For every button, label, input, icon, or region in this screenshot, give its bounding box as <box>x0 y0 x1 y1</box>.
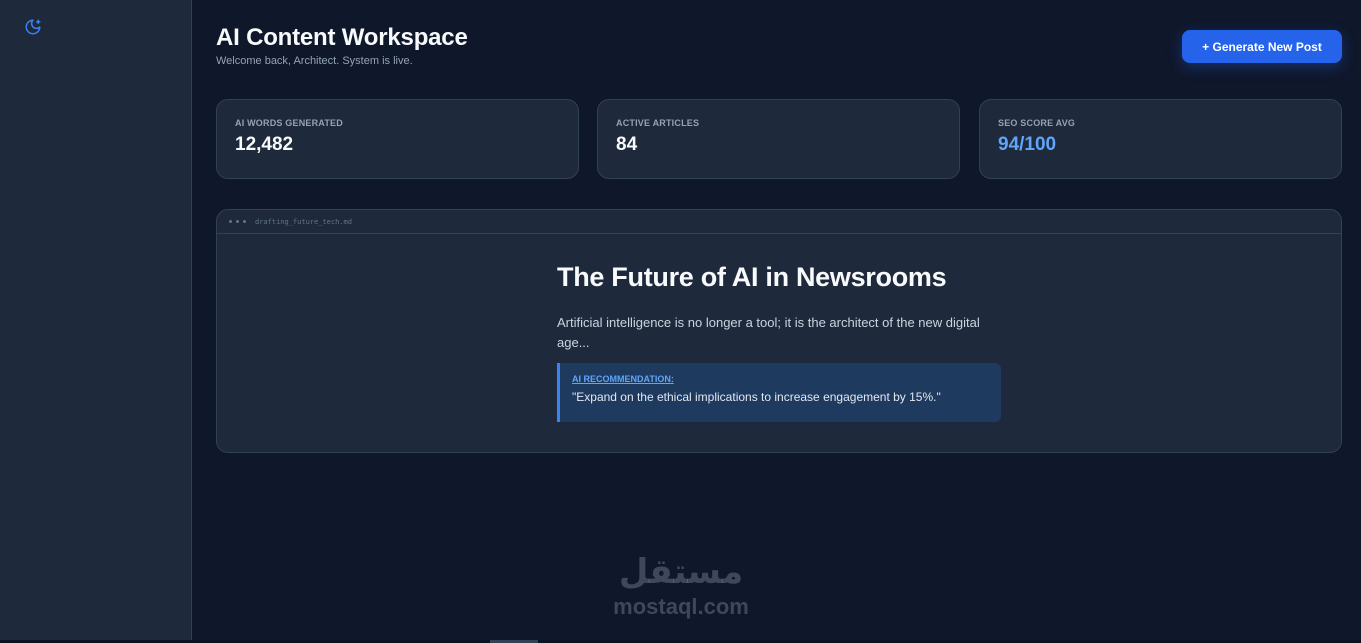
editor-title-bar: drafting_future_tech.md <box>217 210 1341 234</box>
stat-card-articles: ACTIVE ARTICLES 84 <box>597 99 960 179</box>
page-title: AI Content Workspace <box>216 24 468 51</box>
stat-label: SEO SCORE AVG <box>998 118 1076 128</box>
stat-card-seo: SEO SCORE AVG 94/100 <box>979 99 1342 179</box>
theme-toggle-button[interactable] <box>22 16 44 38</box>
ai-recommendation-text: "Expand on the ethical implications to i… <box>572 390 941 404</box>
app-window: AI Content Workspace Welcome back, Archi… <box>0 0 1361 643</box>
moon-star-icon <box>25 19 41 35</box>
sidebar <box>0 0 192 643</box>
watermark-logo: مستقل mostaql.com <box>598 550 764 620</box>
article-paragraph[interactable]: Artificial intelligence is no longer a t… <box>557 313 1002 353</box>
generate-new-post-button[interactable]: + Generate New Post <box>1182 30 1342 63</box>
editor-filename: drafting_future_tech.md <box>255 217 352 226</box>
window-dot-icon <box>243 220 246 223</box>
stat-card-words: AI WORDS GENERATED 12,482 <box>216 99 579 179</box>
watermark-arabic: مستقل <box>618 552 744 592</box>
main-content: AI Content Workspace Welcome back, Archi… <box>192 0 1361 643</box>
editor-panel[interactable]: drafting_future_tech.md The Future of AI… <box>216 209 1342 453</box>
editor-document[interactable]: The Future of AI in Newsrooms Artificial… <box>557 262 1002 422</box>
window-dot-icon <box>229 220 232 223</box>
watermark-latin: mostaql.com <box>613 594 749 619</box>
stat-value: 84 <box>616 134 638 155</box>
ai-recommendation-callout: AI RECOMMENDATION: "Expand on the ethica… <box>557 363 1001 422</box>
article-title[interactable]: The Future of AI in Newsrooms <box>557 262 1002 293</box>
ai-recommendation-label: AI RECOMMENDATION: <box>572 374 674 384</box>
stat-value: 12,482 <box>235 134 294 155</box>
stat-label: AI WORDS GENERATED <box>235 118 343 128</box>
stats-row: AI WORDS GENERATED 12,482 ACTIVE ARTICLE… <box>216 99 1342 179</box>
stat-label: ACTIVE ARTICLES <box>616 118 700 128</box>
page-subtitle: Welcome back, Architect. System is live. <box>216 55 413 67</box>
window-dot-icon <box>236 220 239 223</box>
stat-value: 94/100 <box>998 134 1057 155</box>
